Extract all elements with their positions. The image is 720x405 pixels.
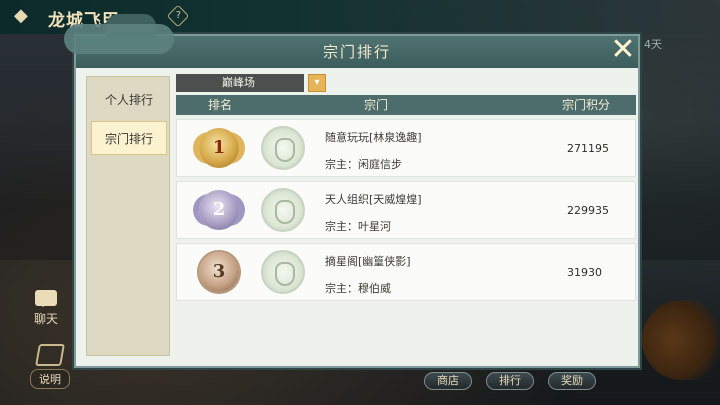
dialog-title: 宗门排行 [322, 43, 391, 61]
sect-score: 271195 [567, 142, 609, 155]
bottom-button-bar: 商店 排行 奖励 [424, 372, 596, 390]
table-row[interactable]: 1 随意玩玩[林泉逸趣] 宗主：闲庭信步 271195 [176, 119, 636, 177]
sect-score: 229935 [567, 204, 609, 217]
sect-ranking-dialog: 宗门排行 ✕ 个人排行 宗门排行 巅峰场 ▾ 排名 宗门 宗门积分 1 随意玩玩… [64, 14, 640, 368]
dialog-header: 宗门排行 ✕ [64, 14, 640, 68]
chat-button[interactable]: 聊天 [26, 290, 66, 327]
rewards-button[interactable]: 奖励 [548, 372, 596, 390]
silver-medal-icon: 2 [199, 190, 239, 230]
sect-name: 天人组织[天威煌煌] [325, 193, 422, 206]
sect-leader: 宗主：叶星河 [325, 220, 391, 233]
chat-label: 聊天 [33, 312, 58, 326]
table-row[interactable]: 3 摘星阁[幽篁侠影] 宗主：穆伯威 31930 [176, 243, 636, 301]
close-icon[interactable]: ✕ [606, 34, 640, 68]
sect-name: 摘星阁[幽篁侠影] [325, 255, 411, 268]
tab-sect-ranking[interactable]: 宗门排行 [91, 121, 167, 155]
sect-name: 随意玩玩[林泉逸趣] [325, 131, 422, 144]
bronze-medal-icon: 3 [199, 252, 239, 292]
sect-emblem-icon [261, 188, 305, 232]
tab-personal-ranking[interactable]: 个人排行 [91, 83, 167, 117]
back-arrow-icon[interactable]: ◆ [14, 6, 34, 26]
ranking-tabs: 个人排行 宗门排行 [86, 76, 170, 356]
sect-emblem-icon [261, 250, 305, 294]
sect-emblem-icon [261, 126, 305, 170]
header-sect: 宗门 [364, 98, 389, 112]
ranking-button[interactable]: 排行 [486, 372, 534, 390]
table-header: 排名 宗门 宗门积分 [176, 95, 636, 115]
sect-score: 31930 [567, 266, 602, 279]
sect-leader: 宗主：穆伯威 [325, 282, 391, 295]
header-rank: 排名 [208, 98, 233, 112]
gold-medal-icon: 1 [199, 128, 239, 168]
header-score: 宗门积分 [562, 98, 611, 112]
arena-select[interactable]: 巅峰场 [176, 74, 304, 92]
help-icon[interactable]: ? [166, 4, 190, 28]
time-remaining-text: 4天 [644, 38, 662, 51]
chevron-down-icon[interactable]: ▾ [308, 74, 326, 92]
sect-leader: 宗主：闲庭信步 [325, 158, 402, 171]
instructions-label: 说明 [30, 369, 70, 389]
shop-button[interactable]: 商店 [424, 372, 472, 390]
event-emblem-icon[interactable] [642, 300, 720, 380]
instructions-button[interactable]: 说明 [30, 344, 70, 389]
book-icon [35, 344, 65, 366]
chat-bubble-icon [35, 290, 57, 307]
table-row[interactable]: 2 天人组织[天威煌煌] 宗主：叶星河 229935 [176, 181, 636, 239]
